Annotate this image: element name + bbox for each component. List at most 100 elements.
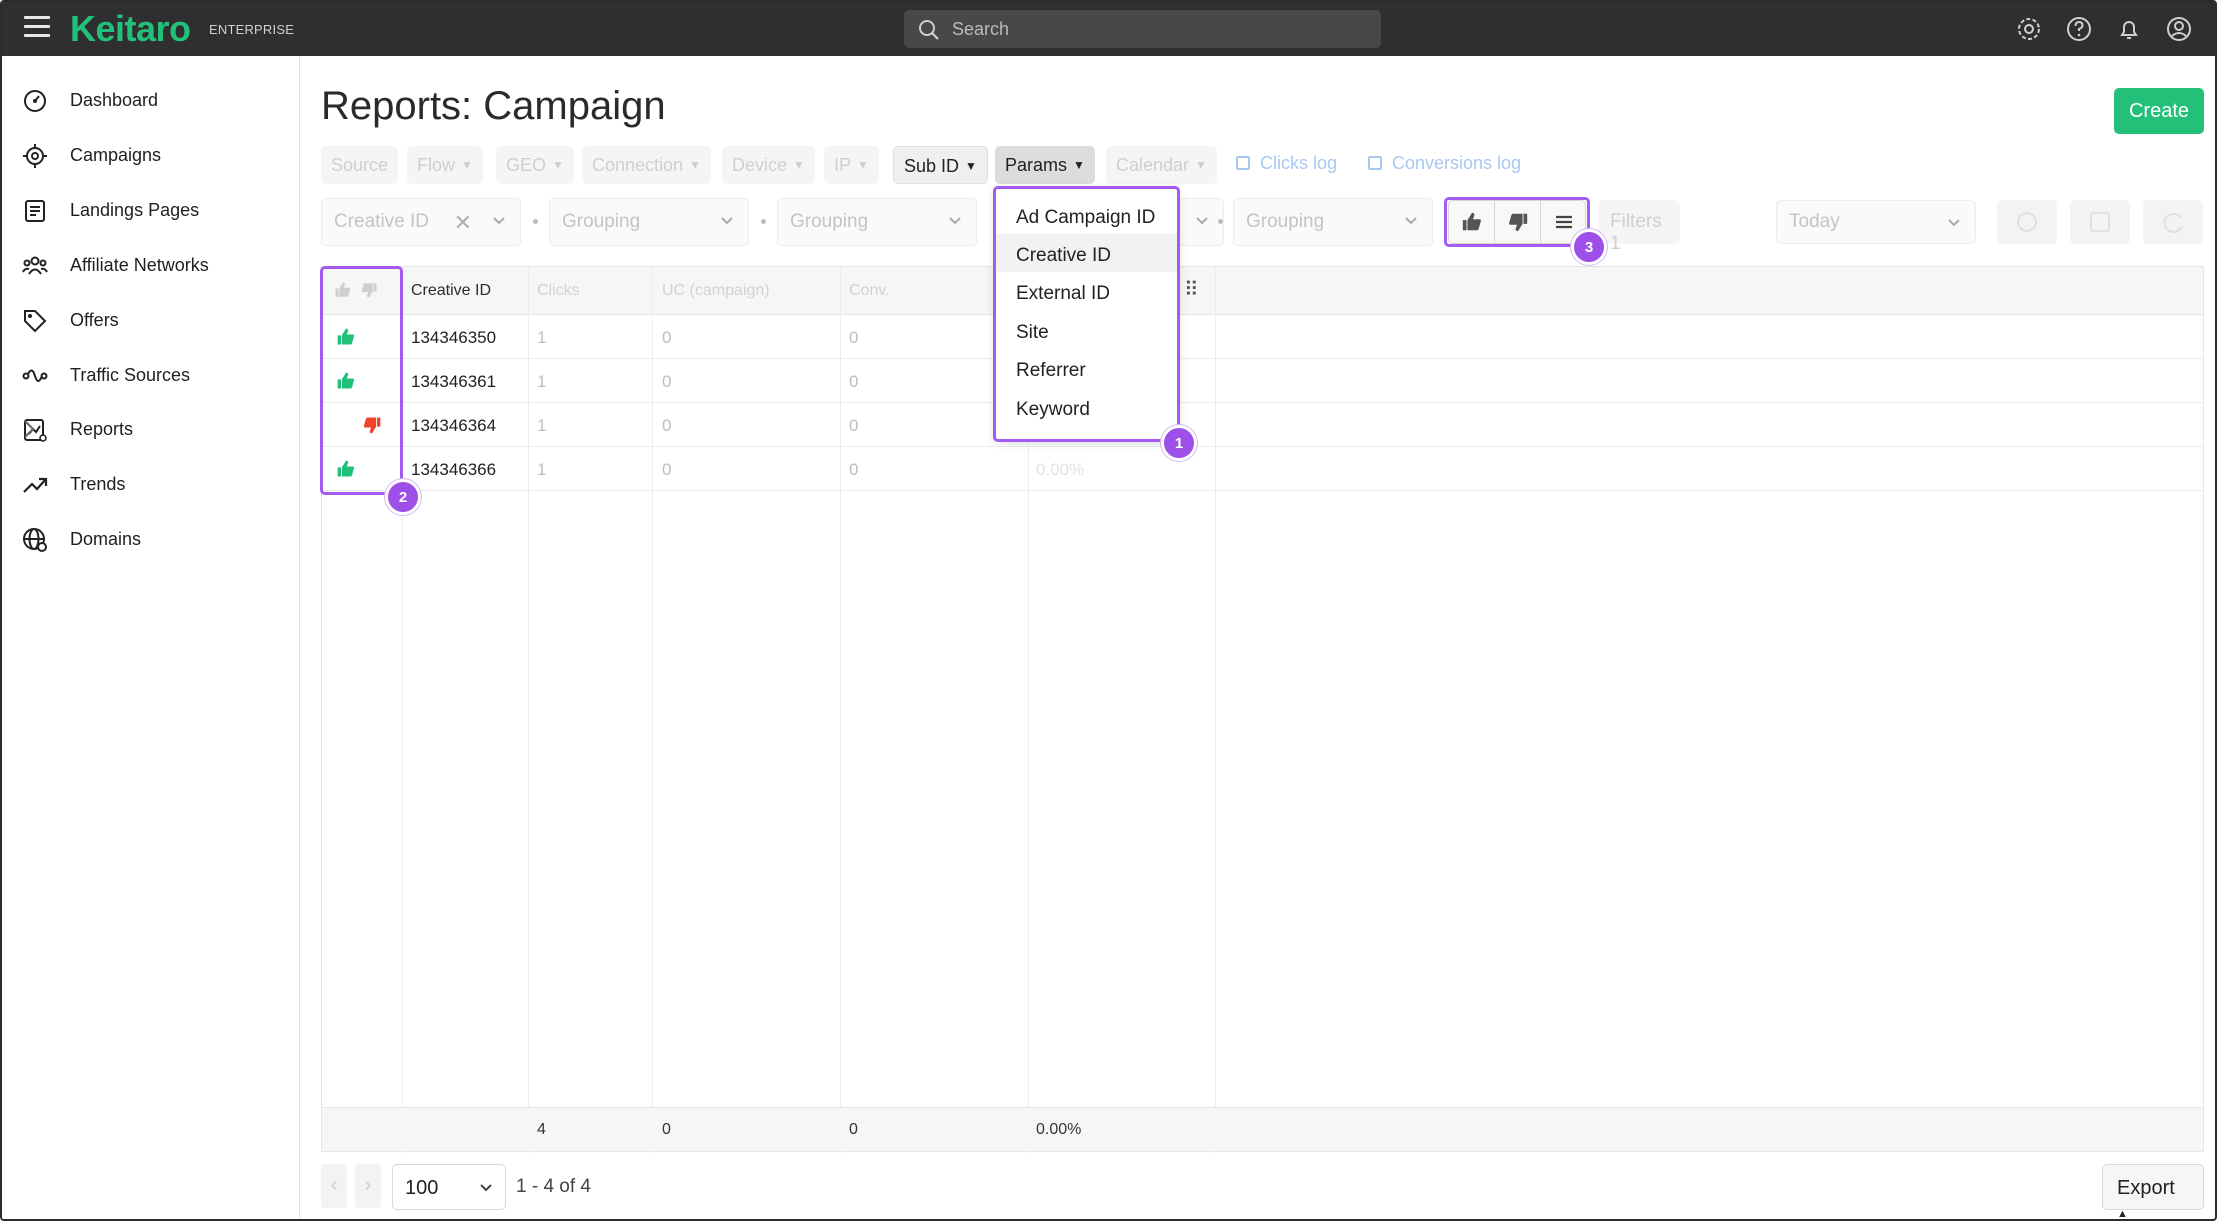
tab-label: Flow [417, 155, 456, 175]
grouping-placeholder: Grouping [562, 211, 641, 232]
account-icon[interactable] [2164, 14, 2194, 44]
refresh-button[interactable] [2143, 200, 2203, 244]
conv-cell: 0 [849, 328, 859, 347]
column-header-clicks[interactable]: Clicks [537, 267, 657, 315]
next-page-button[interactable]: › [355, 1164, 381, 1208]
total-conv: 0 [849, 1121, 858, 1138]
column-label: Conv. [849, 282, 890, 299]
uc-cell: 0 [662, 416, 672, 435]
table-row[interactable]: 134346350 1 0 0 [322, 315, 2203, 359]
menu-icon[interactable] [24, 16, 50, 40]
sidebar-item-domains[interactable]: Domains [2, 515, 300, 565]
grouping-select-2[interactable]: Grouping [549, 198, 749, 246]
tab-sub-id[interactable]: Sub ID ▼ [893, 146, 988, 184]
help-icon[interactable] [2064, 14, 2094, 44]
clicks-log-link[interactable]: Clicks log [1236, 153, 1337, 174]
settings-button[interactable] [1997, 200, 2057, 244]
page-title: Reports: Campaign [321, 84, 666, 128]
edition-label: ENTERPRISE [209, 22, 295, 37]
sidebar-item-label: Affiliate Networks [70, 255, 209, 275]
tab-geo[interactable]: GEO ▼ [496, 146, 574, 184]
tab-calendar[interactable]: Calendar ▼ [1106, 146, 1217, 184]
search-input[interactable] [952, 10, 1362, 48]
column-header-uc-campaign[interactable]: UC (campaign) [662, 267, 782, 315]
external-link-icon [1236, 156, 1250, 170]
tab-ip[interactable]: IP ▼ [824, 146, 879, 184]
grouping-select-1[interactable]: Creative ID ✕ [321, 198, 521, 246]
table-row[interactable]: 134346364 1 0 0 [322, 403, 2203, 447]
chevron-down-icon: ▼ [461, 158, 473, 172]
dashboard-icon [24, 90, 46, 112]
sidebar-item-label: Traffic Sources [70, 365, 191, 385]
per-page-value: 100 [405, 1177, 439, 1199]
column-header-conv[interactable]: Conv. [849, 267, 949, 315]
creative-id-cell: 134346364 [411, 416, 497, 435]
column-drag-handle-icon[interactable]: ⠿ [1184, 267, 1204, 315]
tab-label: Params [1005, 155, 1068, 175]
sidebar-item-reports[interactable]: Reports [2, 405, 300, 455]
table-header: Creative ID Clicks UC (campaign) Conv. ⠿ [322, 267, 2203, 315]
chevron-down-icon [480, 1184, 492, 1192]
highlight-box-params [993, 186, 1180, 442]
tab-device[interactable]: Device ▼ [722, 146, 815, 184]
filters-count: 1 [1610, 233, 1621, 254]
sidebar-item-label: Offers [70, 310, 119, 330]
app-logo[interactable]: Keitaro [70, 8, 191, 50]
link-label: Conversions log [1392, 153, 1522, 173]
total-uc: 0 [662, 1121, 671, 1138]
conv-cell: 0 [849, 416, 859, 435]
tag-icon [24, 310, 47, 333]
create-button[interactable]: Create [2114, 88, 2204, 134]
sidebar-item-landing-pages[interactable]: Landings Pages [2, 186, 300, 236]
tab-label: Sub ID [904, 156, 960, 176]
save-report-button[interactable] [2070, 200, 2130, 244]
sidebar-item-affiliate-networks[interactable]: Affiliate Networks [2, 241, 300, 291]
clear-icon[interactable]: ✕ [454, 210, 472, 236]
chevron-down-icon [721, 217, 733, 225]
creative-id-cell: 134346350 [411, 328, 497, 347]
sidebar-item-label: Trends [70, 474, 126, 494]
sidebar-item-offers[interactable]: Offers [2, 296, 300, 346]
chevron-down-icon: ▼ [965, 159, 977, 173]
chevron-down-icon [949, 217, 961, 225]
grouping-select-5[interactable]: Grouping [1233, 198, 1433, 246]
trend-icon [23, 477, 48, 493]
column-header-creative-id[interactable]: Creative ID [411, 267, 527, 315]
table-row[interactable]: 134346366 1 0 0 0.00% [322, 447, 2203, 491]
clicks-cell: 1 [537, 416, 547, 435]
gear-icon[interactable] [2014, 14, 2044, 44]
external-link-icon [1368, 156, 1382, 170]
tab-connection[interactable]: Connection ▼ [582, 146, 711, 184]
separator-dot [533, 219, 538, 224]
filters-button[interactable]: Filters 1 [1598, 200, 1680, 254]
conv-cell: 0 [849, 460, 859, 479]
chevron-down-icon: ▼ [793, 158, 805, 172]
tab-label: Source [331, 155, 389, 175]
per-page-select[interactable]: 100 [392, 1164, 506, 1210]
date-range-select[interactable]: Today [1776, 200, 1976, 244]
creative-id-cell: 134346366 [411, 460, 497, 479]
date-range-value: Today [1789, 211, 1840, 232]
tab-flow[interactable]: Flow ▼ [407, 146, 483, 184]
table-row[interactable]: 134346361 1 0 0 [322, 359, 2203, 403]
prev-page-button[interactable]: ‹ [321, 1164, 347, 1208]
people-icon [22, 256, 48, 275]
grouping-placeholder: Grouping [1246, 211, 1325, 232]
bell-icon[interactable] [2114, 14, 2144, 44]
sidebar-item-dashboard[interactable]: Dashboard [2, 76, 300, 126]
export-button[interactable]: Export ▲ [2102, 1164, 2204, 1219]
grouping-select-3[interactable]: Grouping [777, 198, 977, 246]
sidebar-item-trends[interactable]: Trends [2, 460, 300, 510]
pagination-info: 1 - 4 of 4 [516, 1176, 591, 1197]
tab-params[interactable]: Params ▼ [995, 146, 1095, 184]
annotation-badge-1: 1 [1161, 425, 1197, 461]
export-label: Export [2117, 1177, 2175, 1199]
clicks-cell: 1 [537, 372, 547, 391]
tab-source[interactable]: Source [321, 146, 399, 184]
search-box[interactable] [904, 10, 1381, 48]
sidebar-item-campaigns[interactable]: Campaigns [2, 131, 300, 181]
sidebar-item-traffic-sources[interactable]: Traffic Sources [2, 351, 300, 401]
tab-label: GEO [506, 155, 547, 175]
conversions-log-link[interactable]: Conversions log [1368, 153, 1521, 174]
chevron-down-icon: ▼ [1195, 158, 1207, 172]
